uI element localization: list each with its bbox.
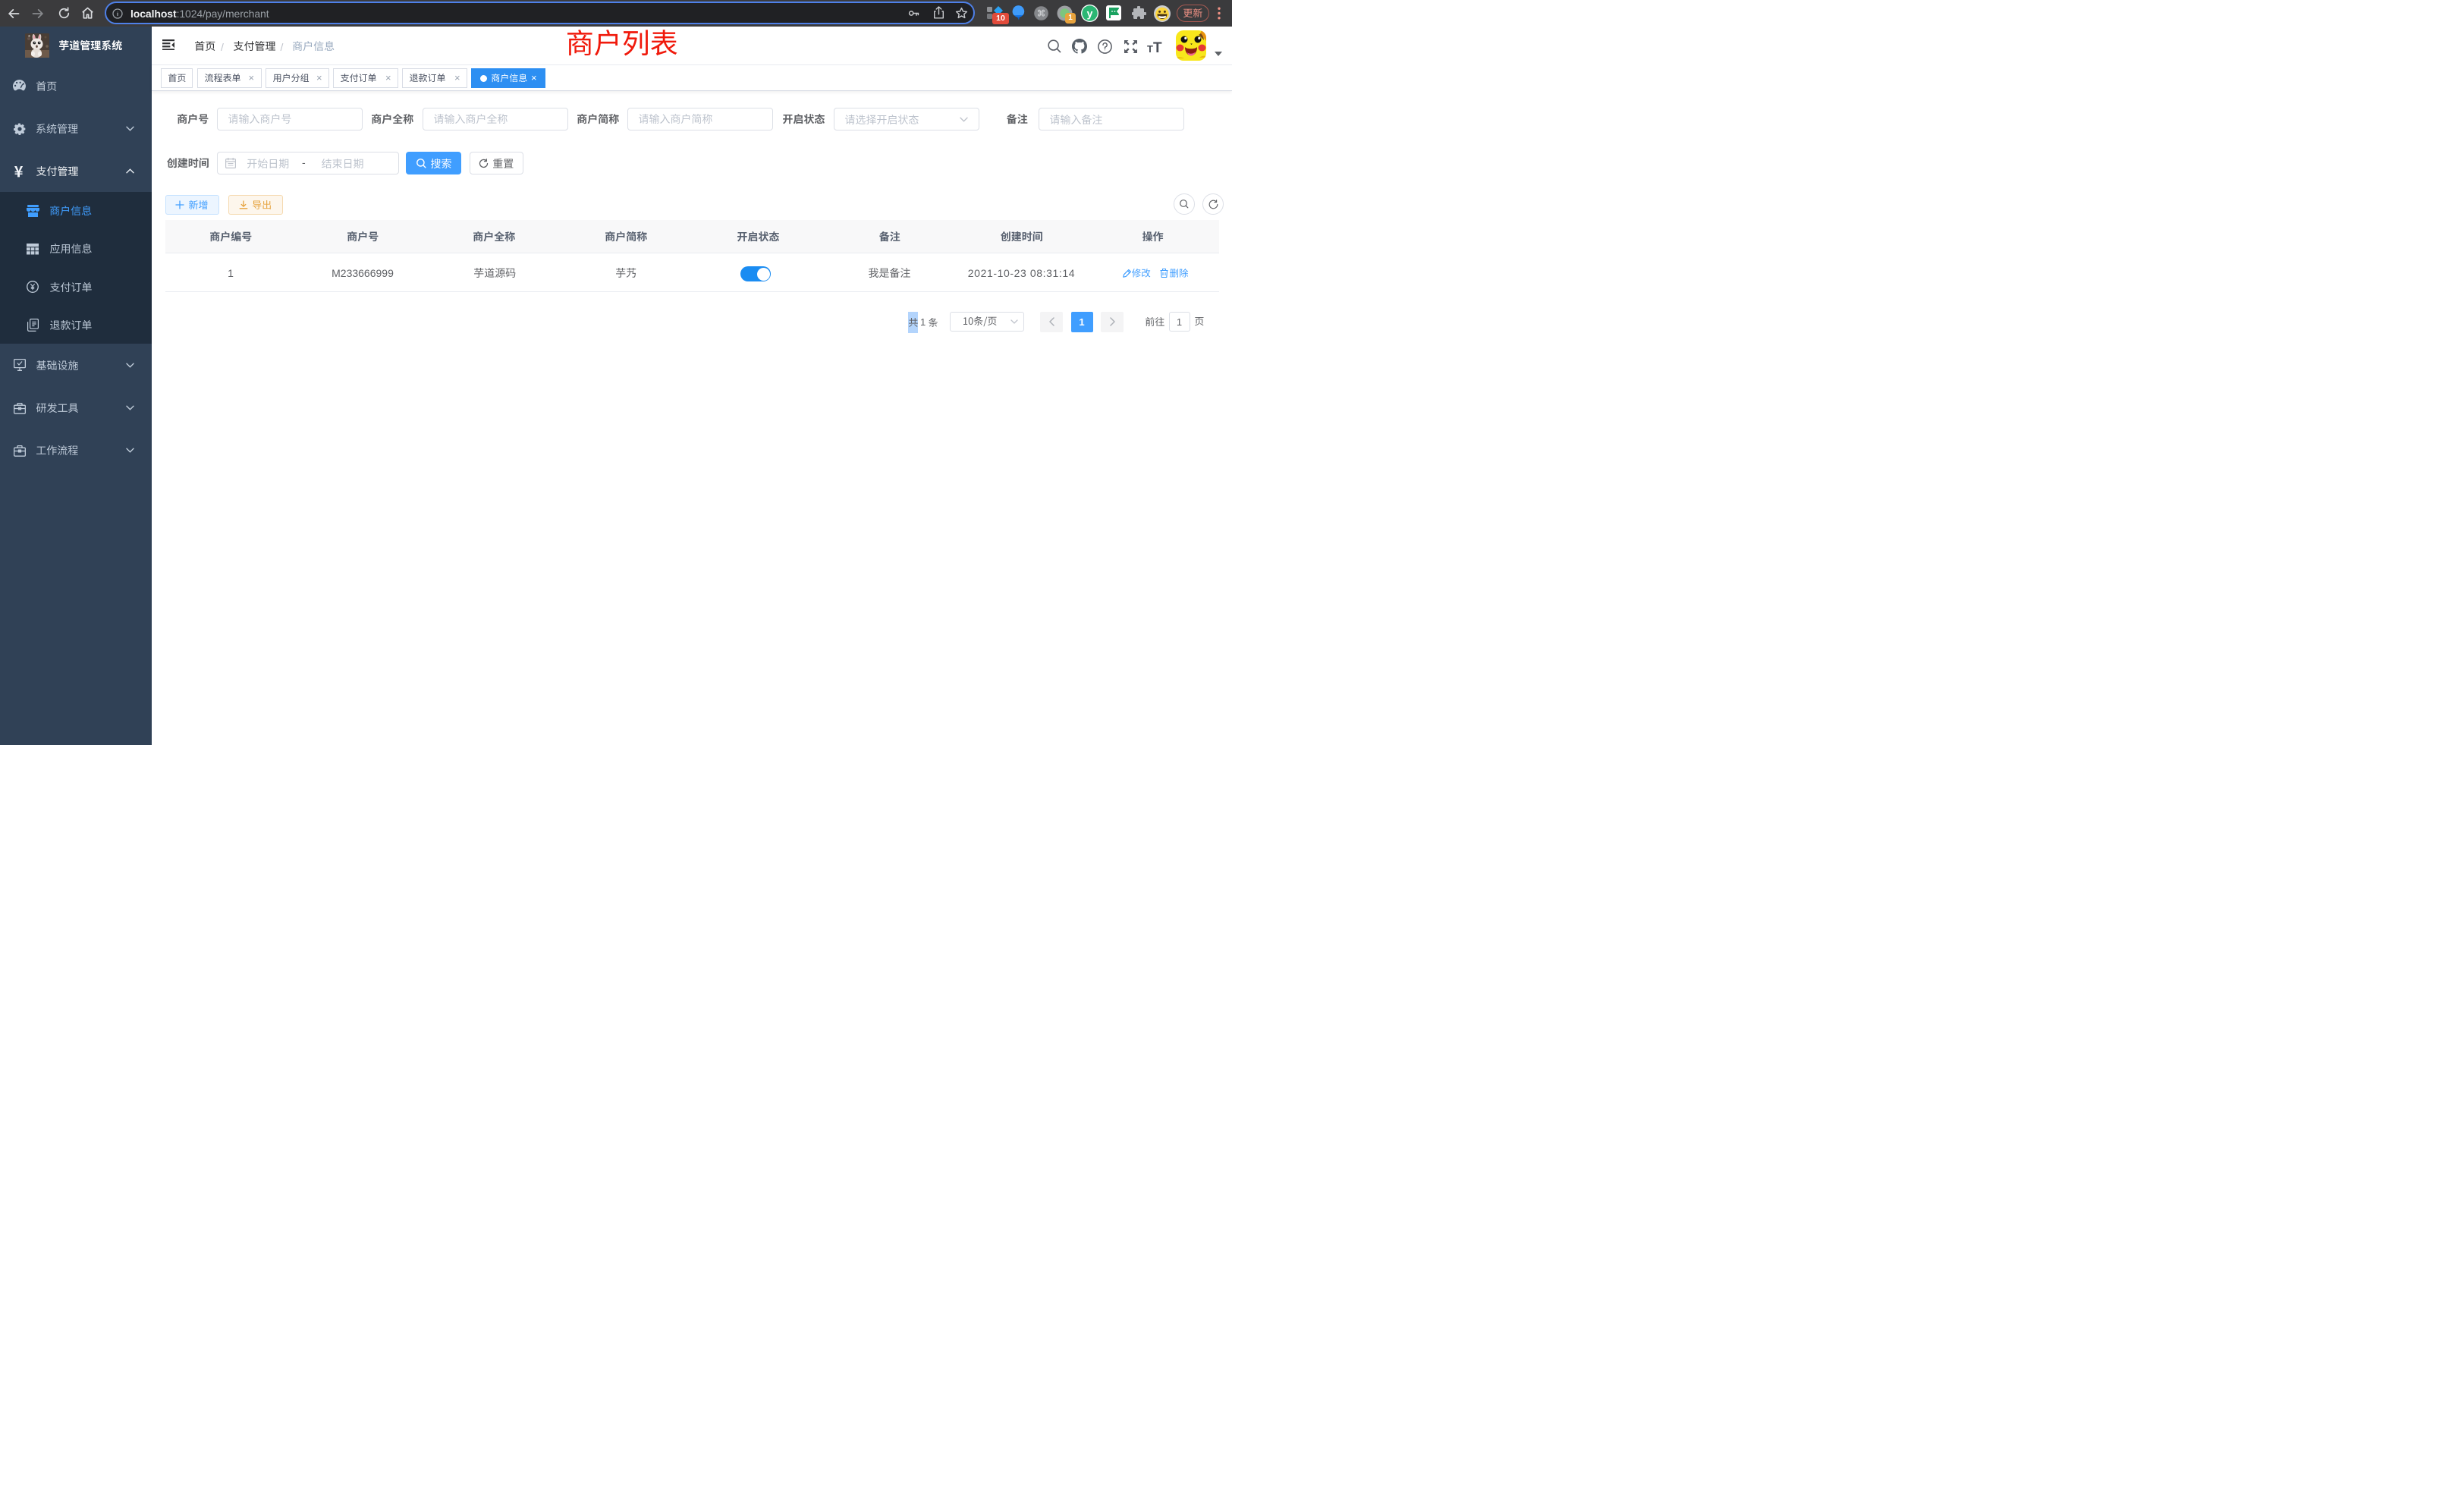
svg-text:⌘: ⌘ — [1037, 9, 1046, 19]
svg-text:y: y — [1087, 7, 1093, 19]
